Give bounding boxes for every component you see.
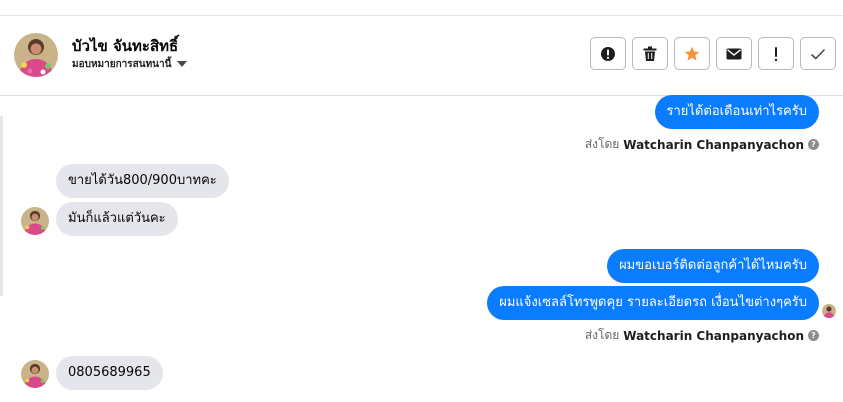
- assign-conversation-dropdown[interactable]: มอบหมายการสนทนานี้: [68, 53, 191, 75]
- message-bubble-incoming: ขายได้วัน800/900บาทคะ: [56, 164, 229, 198]
- follow-up-button[interactable]: [758, 37, 794, 70]
- info-icon[interactable]: ?: [808, 139, 819, 150]
- message-bubble-incoming: มันก็แล้วแต่วันคะ: [56, 202, 178, 236]
- conversation-header: บัวไข จันทะสิทธิ์ มอบหมายการสนทนานี้: [0, 16, 843, 96]
- trash-icon: [643, 46, 657, 61]
- contact-avatar[interactable]: [14, 33, 58, 77]
- contact-avatar-small: [21, 360, 49, 388]
- exclamation-icon: [774, 46, 778, 61]
- spam-button[interactable]: [590, 37, 626, 70]
- message-bubble-outgoing: ผมขอเบอร์ติดต่อลูกค้าได้ไหมครับ: [607, 249, 819, 283]
- alert-circle-icon: [601, 46, 615, 61]
- sent-by-name[interactable]: Watcharin Chanpanyachon: [623, 329, 804, 343]
- sent-by-line: ส่งโดย Watcharin Chanpanyachon ?: [585, 135, 819, 154]
- conversation-actions: [590, 37, 836, 70]
- assign-conversation-label: มอบหมายการสนทนานี้: [72, 58, 172, 70]
- seen-avatar: [822, 304, 836, 318]
- sent-by-line: ส่งโดย Watcharin Chanpanyachon ?: [585, 326, 819, 345]
- mark-done-button[interactable]: [800, 37, 836, 70]
- caret-down-icon: [177, 61, 188, 67]
- envelope-icon: [726, 48, 742, 59]
- message-bubble-incoming: 0805689965: [56, 356, 163, 390]
- message-bubble-outgoing: รายได้ต่อเดือนเท่าไรครับ: [654, 95, 819, 129]
- sent-by-prefix: ส่งโดย: [584, 328, 620, 342]
- info-icon[interactable]: ?: [808, 330, 819, 341]
- contact-avatar-small: [21, 207, 49, 235]
- delete-button[interactable]: [632, 37, 668, 70]
- sent-by-name[interactable]: Watcharin Chanpanyachon: [623, 138, 804, 152]
- star-icon: [684, 46, 700, 60]
- sent-by-prefix: ส่งโดย: [584, 137, 620, 151]
- check-icon: [810, 48, 826, 60]
- mark-unread-button[interactable]: [716, 37, 752, 70]
- star-button[interactable]: [674, 37, 710, 70]
- scrollbar-track[interactable]: [0, 116, 3, 296]
- message-bubble-outgoing: ผมแจ้งเซลล์โทรพูดคุย รายละเอียดรถ เงื่อน…: [487, 286, 819, 320]
